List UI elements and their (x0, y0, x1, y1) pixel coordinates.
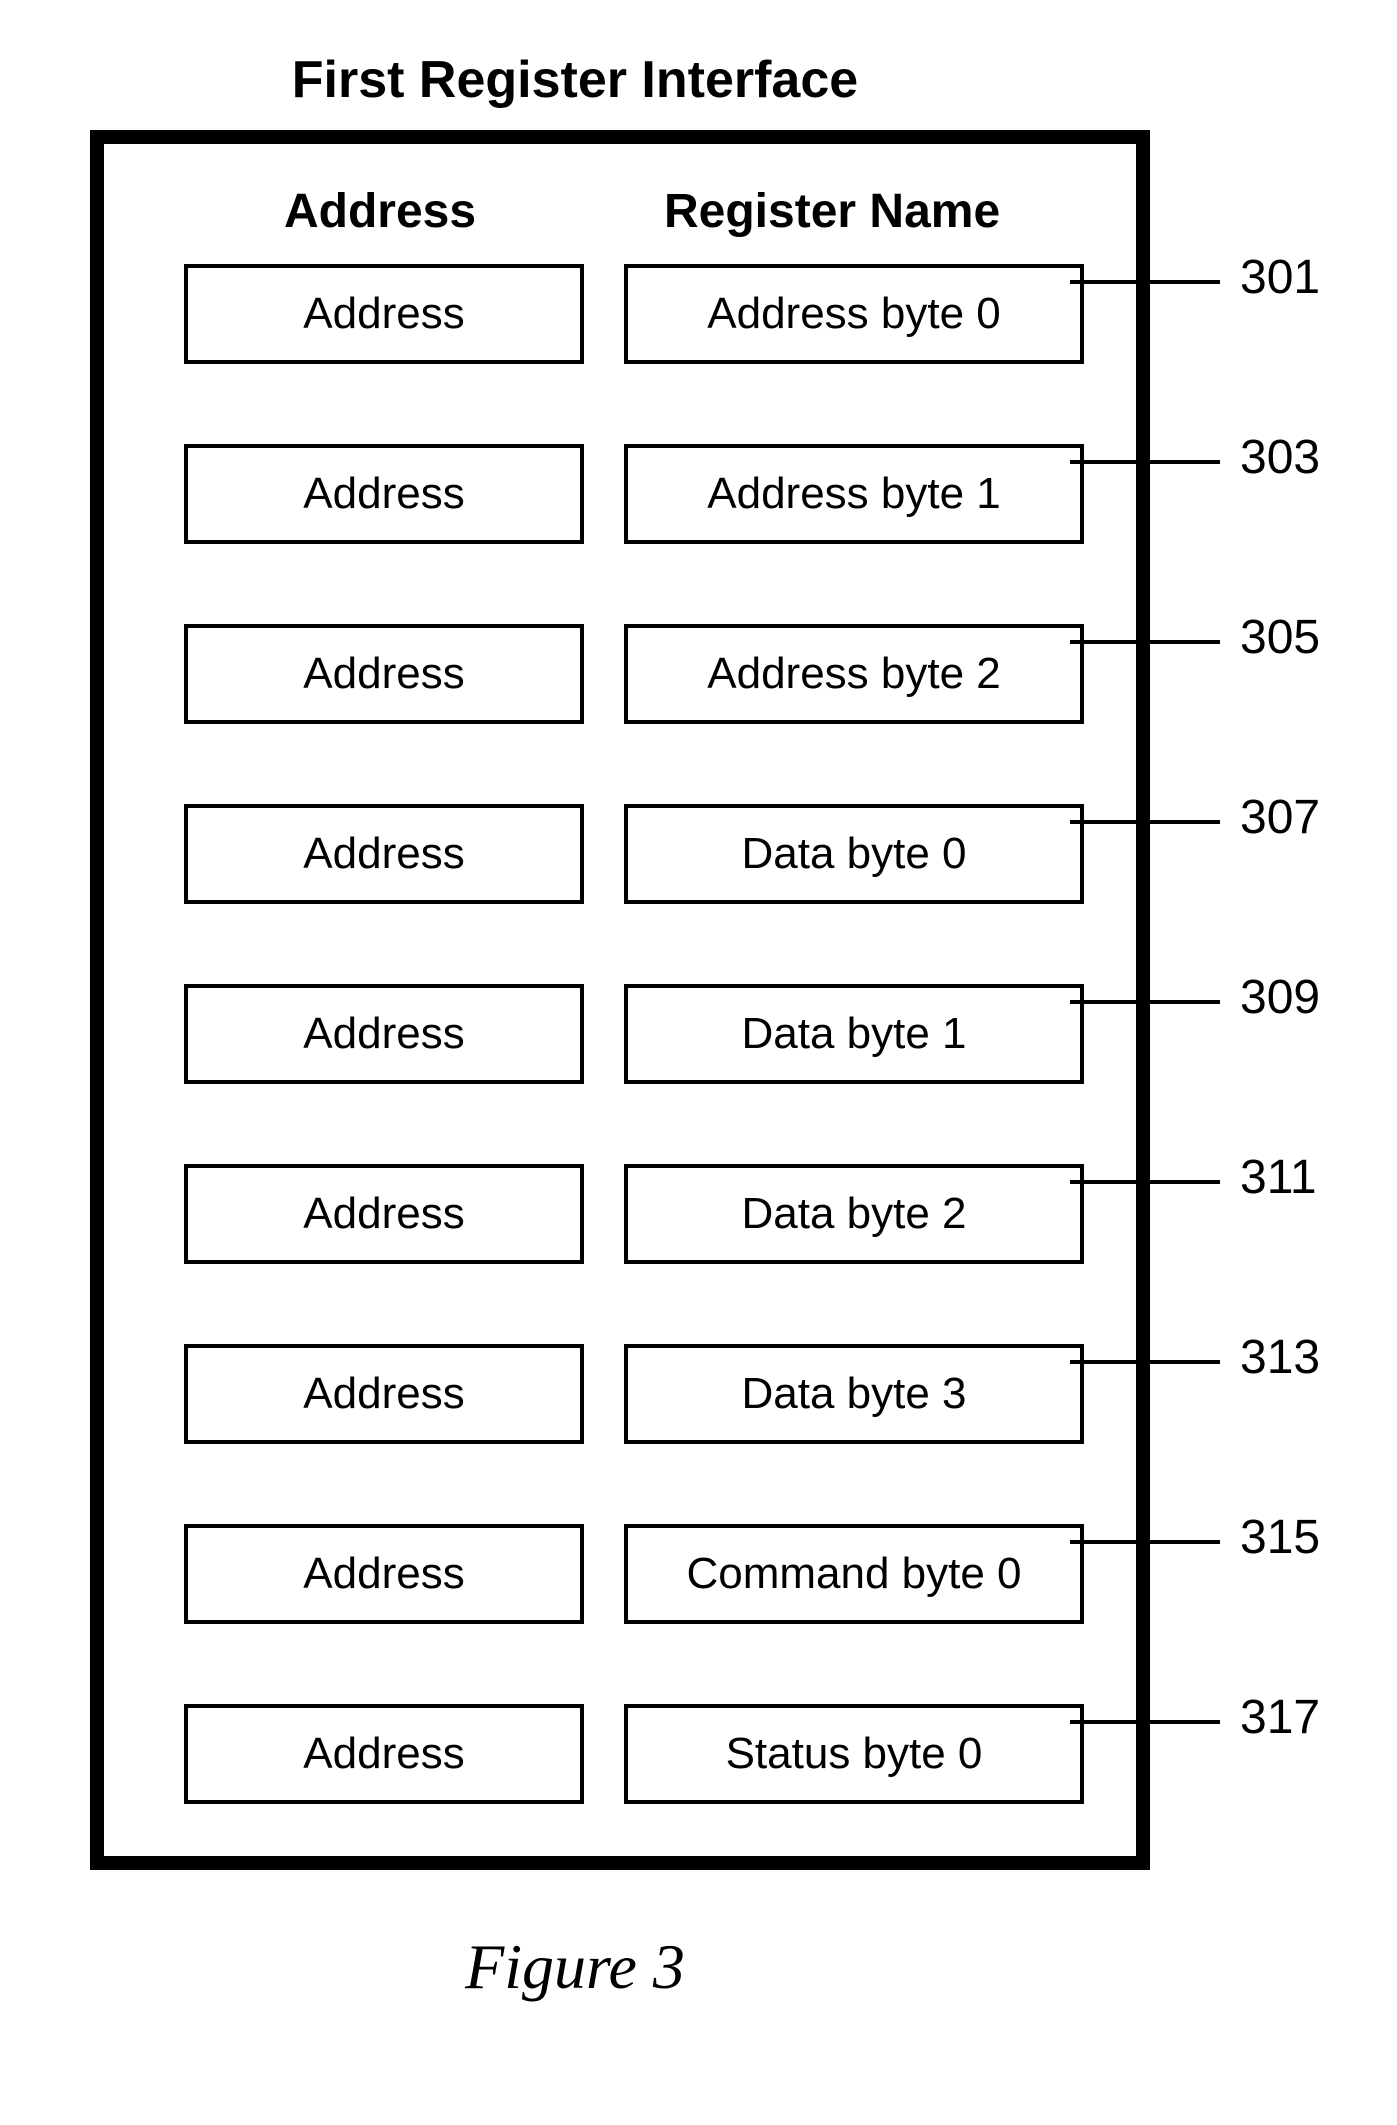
address-cell: Address (184, 624, 584, 724)
register-cell: Status byte 0 (624, 1704, 1084, 1804)
leader-line (1070, 1000, 1220, 1004)
leader-line (1070, 640, 1220, 644)
reference-number: 311 (1240, 1150, 1317, 1205)
leader-line (1070, 1180, 1220, 1184)
register-cell: Data byte 0 (624, 804, 1084, 904)
leader-line (1070, 460, 1220, 464)
address-cell: Address (184, 264, 584, 364)
register-cell: Address byte 2 (624, 624, 1084, 724)
column-header-address: Address (284, 184, 476, 239)
column-header-register: Register Name (664, 184, 1000, 239)
reference-number: 317 (1240, 1690, 1320, 1745)
reference-number: 309 (1240, 970, 1320, 1025)
reference-number: 301 (1240, 250, 1320, 305)
leader-line (1070, 1540, 1220, 1544)
register-cell: Address byte 1 (624, 444, 1084, 544)
register-cell: Data byte 1 (624, 984, 1084, 1084)
register-cell: Address byte 0 (624, 264, 1084, 364)
figure-caption: Figure 3 (0, 1930, 1150, 2004)
register-frame: Address Register Name Address Address by… (90, 130, 1150, 1870)
address-cell: Address (184, 1164, 584, 1264)
address-cell: Address (184, 984, 584, 1084)
reference-number: 305 (1240, 610, 1320, 665)
address-cell: Address (184, 1704, 584, 1804)
address-cell: Address (184, 1524, 584, 1624)
leader-line (1070, 1720, 1220, 1724)
register-cell: Data byte 3 (624, 1344, 1084, 1444)
reference-number: 313 (1240, 1330, 1320, 1385)
leader-line (1070, 280, 1220, 284)
leader-line (1070, 1360, 1220, 1364)
address-cell: Address (184, 1344, 584, 1444)
address-cell: Address (184, 444, 584, 544)
reference-number: 315 (1240, 1510, 1320, 1565)
reference-number: 303 (1240, 430, 1320, 485)
reference-number: 307 (1240, 790, 1320, 845)
leader-line (1070, 820, 1220, 824)
diagram-title: First Register Interface (0, 50, 1150, 110)
register-cell: Command byte 0 (624, 1524, 1084, 1624)
address-cell: Address (184, 804, 584, 904)
register-cell: Data byte 2 (624, 1164, 1084, 1264)
page: First Register Interface Address Registe… (0, 0, 1397, 2125)
